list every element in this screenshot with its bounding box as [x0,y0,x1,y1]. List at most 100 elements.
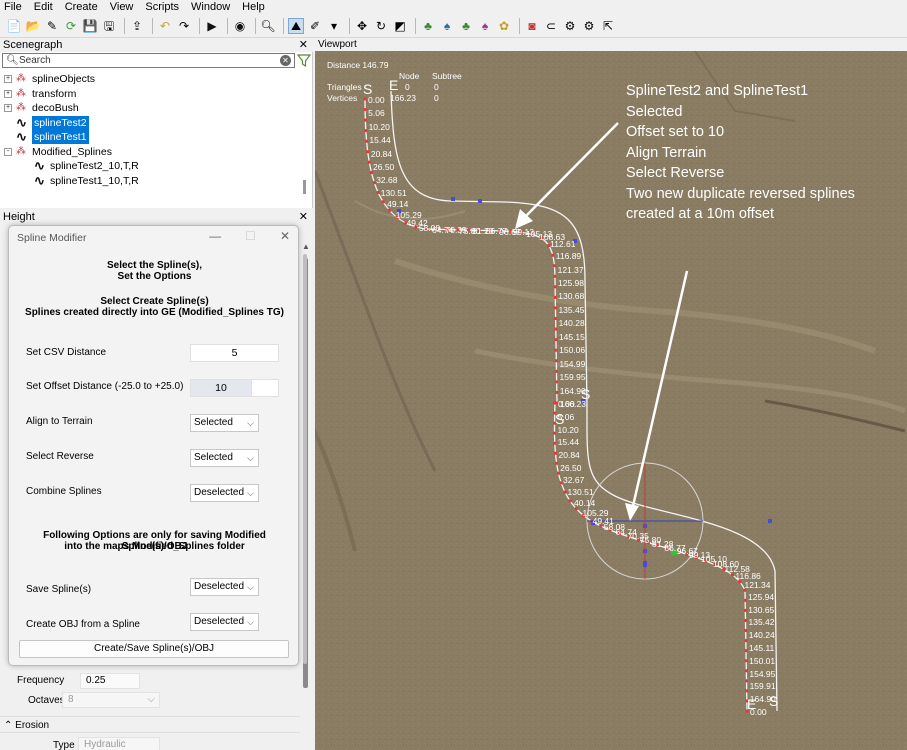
tree-item[interactable]: + ⁂ decoBush [0,101,300,116]
material-icon[interactable]: ◙ [524,18,540,34]
close-icon[interactable]: ✕ [299,210,308,224]
spline-start-marker: S [555,411,565,427]
csv-distance-label: Set CSV Distance [26,347,107,358]
combine-splines-select[interactable]: Deselected ⌵ [190,484,259,502]
open-folder-icon[interactable]: 📂 [25,18,41,34]
create-obj-label: Create OBJ from a Spline [26,619,140,630]
menu-scripts[interactable]: Scripts [145,1,179,13]
link-icon[interactable]: ⊂ [543,18,559,34]
tree-tool-2-icon[interactable]: ♠ [439,18,455,34]
close-icon[interactable]: ✕ [280,229,290,243]
spline-point [555,390,559,394]
undo-icon[interactable]: ↶ [157,18,173,34]
type-field[interactable]: Hydraulic [78,737,160,750]
scroll-up-icon[interactable]: ▲ [302,242,310,251]
spline-point [363,118,367,122]
scale-icon[interactable]: ◩ [392,18,408,34]
save-icon[interactable]: 💾 [82,18,98,34]
spline-icon: ∿ [16,114,27,130]
menu-help[interactable]: Help [242,1,265,13]
annotation-line: Align Terrain [626,144,707,161]
maximize-icon[interactable]: ☐ [245,229,256,243]
octaves-field[interactable]: 8 ⌵ [62,692,160,708]
dialog-scrollbar[interactable] [303,254,307,664]
menu-file[interactable]: File [4,1,22,13]
share-icon[interactable]: ⇪ [129,18,145,34]
chevron-down-icon: ⌵ [247,582,254,592]
eye-icon[interactable]: ◉ [232,18,248,34]
export-icon[interactable]: ⇱ [600,18,616,34]
edit-icon[interactable]: ✎ [44,18,60,34]
menu-edit[interactable]: Edit [34,1,53,13]
menu-view[interactable]: View [110,1,134,13]
align-terrain-select[interactable]: Selected ⌵ [190,414,259,432]
brush-icon[interactable]: ✐ [307,18,323,34]
dropdown-icon[interactable]: ▾ [326,18,342,34]
expand-icon[interactable]: + [4,75,12,83]
toolbar-separator [519,17,520,34]
offset-distance-spin[interactable] [251,379,279,397]
tree-item-label: splineTest2 [32,115,89,130]
erosion-section-header[interactable]: ⌃ Erosion [0,716,300,733]
toolbar-separator [152,17,153,34]
rotate-icon[interactable]: ↻ [373,18,389,34]
filter-icon[interactable] [297,53,311,68]
close-icon[interactable]: ✕ [299,38,308,52]
menu-create[interactable]: Create [65,1,98,13]
spline-point [364,129,368,133]
distance-label: 20.84 [558,450,580,461]
tree-tool-3-icon[interactable]: ♣ [458,18,474,34]
tree-item[interactable]: - ⁂ Modified_Splines [0,145,300,160]
spline-point [744,649,748,653]
toolbar-separator [124,17,125,34]
move-icon[interactable]: ✥ [354,18,370,34]
save-as-icon[interactable]: 🖫 [101,18,117,34]
terrain-icon[interactable]: ⛰ [288,17,304,34]
plant-icon[interactable]: ✿ [496,18,512,34]
expand-icon[interactable]: + [4,104,12,112]
distance-label: 49.14 [387,199,409,210]
create-save-button[interactable]: Create/Save Spline(s)/OBJ [19,640,289,658]
tree-item[interactable]: ∿ splineTest1 [0,130,300,145]
gear-multi-icon[interactable]: ⚙ [562,18,578,34]
spline-point [744,629,748,633]
csv-distance-input[interactable]: 5 [190,344,279,362]
distance-label: 121.34 [744,579,771,590]
save-splines-select[interactable]: Deselected ⌵ [190,578,259,596]
scenegraph-scrollbar[interactable] [303,180,306,194]
select-reverse-select[interactable]: Selected ⌵ [190,449,259,467]
search-icon[interactable]: 🔍︎ [260,18,276,34]
toolbar-separator [283,17,284,34]
tree-item[interactable]: + ⁂ splineObjects [0,72,300,87]
tree-item[interactable]: ∿ splineTest2_10,T,R [0,159,300,174]
menu-window[interactable]: Window [191,1,230,13]
collapse-icon[interactable]: - [4,147,12,156]
new-file-icon[interactable]: 📄 [6,18,22,34]
annotation-line: Offset set to 10 [626,124,725,140]
instruction-line-2: Set the Options [117,271,192,282]
minimize-icon[interactable]: — [209,229,221,243]
expand-icon[interactable]: + [4,89,12,98]
tree-item[interactable]: ∿ splineTest1_10,T,R [0,173,300,189]
distance-label: 154.95 [749,668,776,679]
save-note-line-2: into the maps Modified_Splines folder [64,541,245,552]
spline-point [744,639,748,643]
search-input[interactable]: 🔍︎ Search ✕ [2,53,295,68]
tree-item-label: Modified_Splines [32,145,112,158]
settings-icon[interactable]: ⚙ [581,18,597,34]
viewport-canvas[interactable]: Distance 146.79 Node Subtree Triangles V… [315,50,907,750]
refresh-icon[interactable]: ⟳ [63,18,79,34]
offset-distance-input[interactable]: 10 [190,379,252,397]
spline-icon: ∿ [16,129,27,144]
frequency-field[interactable]: 0.25 [80,673,140,689]
tree-tool-4-icon[interactable]: ♠ [477,18,493,34]
tree-item[interactable]: ∿ splineTest2 [0,114,300,131]
redo-icon[interactable]: ↷ [176,18,192,34]
clear-search-icon[interactable]: ✕ [280,55,291,66]
play-icon[interactable]: ▶ [204,18,220,34]
tree-item[interactable]: + ⁂ transform [0,87,300,102]
create-obj-select[interactable]: Deselected ⌵ [190,613,259,631]
tree-tool-1-icon[interactable]: ♣ [420,18,436,34]
create-obj-value: Deselected [194,616,245,627]
stats-row-triangles: Triangles [327,82,362,92]
